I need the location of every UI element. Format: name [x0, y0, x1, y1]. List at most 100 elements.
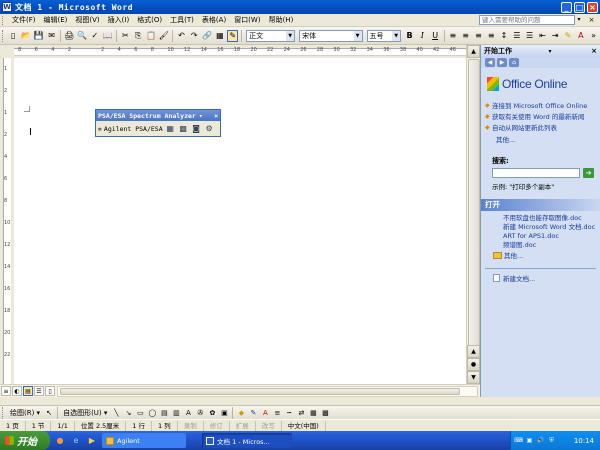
horizontal-scrollbar[interactable]: ≡ ◐ ▤ ☰ ▯ [0, 384, 480, 397]
undo-icon[interactable]: ↶ [176, 30, 187, 42]
help-search-input[interactable]: 键入需要帮助的问题 [479, 15, 575, 25]
recent-file[interactable]: 新建 Microsoft Word 文档.doc [503, 223, 600, 231]
print-icon[interactable]: 🖨 [64, 30, 75, 42]
fill-color-icon[interactable]: ◆ [236, 408, 246, 418]
font-size-select[interactable]: 五号 ▼ [366, 29, 402, 42]
help-dropdown-icon[interactable]: ▾ [575, 15, 583, 25]
media-icon[interactable]: ▶ [86, 435, 98, 447]
security-icon[interactable]: ⛨ [547, 436, 556, 445]
menu-tools[interactable]: 工具(T) [166, 14, 198, 27]
hscroll-thumb[interactable] [60, 387, 460, 395]
close-icon[interactable]: × [588, 47, 600, 55]
picture-icon[interactable]: ▣ [219, 408, 229, 418]
permission-icon[interactable]: ✉ [46, 30, 57, 42]
font-color-icon[interactable]: A [260, 408, 270, 418]
vertical-textbox-icon[interactable]: ▥ [171, 408, 181, 418]
document-close-icon[interactable]: × [587, 16, 596, 25]
oval-icon[interactable]: ◯ [147, 408, 157, 418]
menu-edit[interactable]: 编辑(E) [40, 14, 72, 27]
link-auto-update[interactable]: ◆ 自动从网站更新此列表 [485, 124, 596, 132]
taskbar-item-word[interactable]: 文档 1 - Micros... [202, 433, 292, 448]
forward-icon[interactable]: ▶ [497, 58, 507, 67]
menu-insert[interactable]: 插入(I) [104, 14, 134, 27]
autoshapes-button[interactable]: 自选图形(U) ▾ [60, 408, 110, 418]
bold-button[interactable]: B [404, 30, 415, 42]
link-latest-news[interactable]: ◆ 获取有关使用 Word 的最新新闻 [485, 113, 596, 121]
redo-icon[interactable]: ↷ [189, 30, 200, 42]
home-icon[interactable]: ⌂ [509, 58, 519, 67]
font-select[interactable]: 宋体 ▼ [299, 29, 363, 42]
input-method-icon[interactable]: ⌨ [514, 436, 523, 445]
menu-window[interactable]: 窗口(W) [230, 14, 264, 27]
new-document-icon[interactable]: ▯ [8, 30, 19, 42]
bullets-icon[interactable]: ☰ [524, 30, 535, 42]
format-painter-icon[interactable]: 🖌 [158, 30, 169, 42]
menubar-grip[interactable] [2, 15, 5, 25]
network-icon[interactable]: ▣ [525, 436, 534, 445]
status-ovr[interactable]: 改写 [256, 420, 282, 431]
cut-icon[interactable]: ✂ [120, 30, 131, 42]
status-ext[interactable]: 扩展 [230, 420, 256, 431]
close-button[interactable]: × [587, 1, 598, 13]
open-icon[interactable]: 📂 [21, 30, 32, 42]
align-right-icon[interactable]: ≡ [473, 30, 484, 42]
camera-icon[interactable]: ◙ [191, 123, 202, 134]
print-view-icon[interactable]: ▤ [23, 386, 33, 396]
arrow-style-icon[interactable]: ⇄ [296, 408, 306, 418]
recent-file[interactable]: 不用软盘也能存取图像.doc [503, 214, 600, 222]
wordart-icon[interactable]: A [183, 408, 193, 418]
menu-help[interactable]: 帮助(H) [265, 14, 298, 27]
normal-view-icon[interactable]: ≡ [1, 386, 11, 396]
tables-icon[interactable]: ▦ [214, 30, 225, 42]
style-select[interactable]: 正文 ▼ [246, 29, 296, 42]
increase-indent-icon[interactable]: ⇥ [550, 30, 561, 42]
minimize-button[interactable]: _ [561, 1, 572, 13]
chevron-down-icon[interactable]: ▾ [547, 48, 554, 55]
recent-file[interactable]: ART for APS1.doc [503, 232, 600, 240]
reading-view-icon[interactable]: ▯ [45, 386, 55, 396]
toolbar-options-icon[interactable]: ▾ [199, 112, 203, 120]
shadow-icon[interactable]: ▦ [308, 408, 318, 418]
underline-button[interactable]: U [430, 30, 441, 42]
scroll-thumb[interactable] [468, 59, 480, 349]
more-link[interactable]: 其他... [485, 134, 596, 144]
maximize-button[interactable]: □ [574, 1, 585, 13]
line-style-icon[interactable]: ≡ [272, 408, 282, 418]
arrow-icon[interactable]: ↘ [123, 408, 133, 418]
status-trk[interactable]: 修订 [204, 420, 230, 431]
font-color-icon[interactable]: A [575, 30, 586, 42]
textbox-icon[interactable]: ▤ [159, 408, 169, 418]
capture-screen-icon[interactable]: ▦ [165, 123, 176, 134]
document-page[interactable] [14, 58, 466, 384]
line-spacing-icon[interactable]: ↕ [499, 30, 510, 42]
menu-format[interactable]: 格式(O) [133, 14, 166, 27]
close-icon[interactable]: × [212, 112, 220, 120]
print-preview-icon[interactable]: 🔍 [77, 30, 88, 42]
dash-style-icon[interactable]: ┅ [284, 408, 294, 418]
align-left-icon[interactable]: ≡ [447, 30, 458, 42]
status-rec[interactable]: 录制 [178, 420, 204, 431]
draw-menu-button[interactable]: 绘图(R) ▾ [7, 408, 43, 418]
trace-icon[interactable]: ▩ [178, 123, 189, 134]
save-icon[interactable]: 💾 [33, 30, 44, 42]
ie-icon[interactable]: e [70, 435, 82, 447]
hyperlink-icon[interactable]: 🔗 [202, 30, 213, 42]
menu-table[interactable]: 表格(A) [198, 14, 230, 27]
toolbar-grip[interactable] [2, 29, 5, 42]
outline-view-icon[interactable]: ☰ [34, 386, 44, 396]
vertical-scrollbar[interactable]: ▲ ▲ ● ▼ [466, 45, 480, 384]
line-icon[interactable]: ╲ [111, 408, 121, 418]
next-page-icon[interactable]: ▼ [467, 371, 480, 384]
menu-view[interactable]: 视图(V) [71, 14, 103, 27]
open-more-link[interactable]: 其他... [493, 250, 600, 260]
recent-file[interactable]: 频谱图.doc [503, 241, 600, 249]
search-input[interactable] [492, 168, 580, 178]
psa-esa-toolbar-title[interactable]: PSA/ESA Spectrum Analyzer ▾ × [96, 110, 220, 121]
copy-icon[interactable]: ⎘ [133, 30, 144, 42]
hscroll-track[interactable] [57, 385, 478, 397]
italic-button[interactable]: I [417, 30, 428, 42]
select-objects-icon[interactable]: ↖ [44, 408, 54, 418]
previous-page-icon[interactable]: ▲ [467, 345, 480, 358]
volume-icon[interactable]: 🔊 [536, 436, 545, 445]
paste-icon[interactable]: 📋 [146, 30, 157, 42]
